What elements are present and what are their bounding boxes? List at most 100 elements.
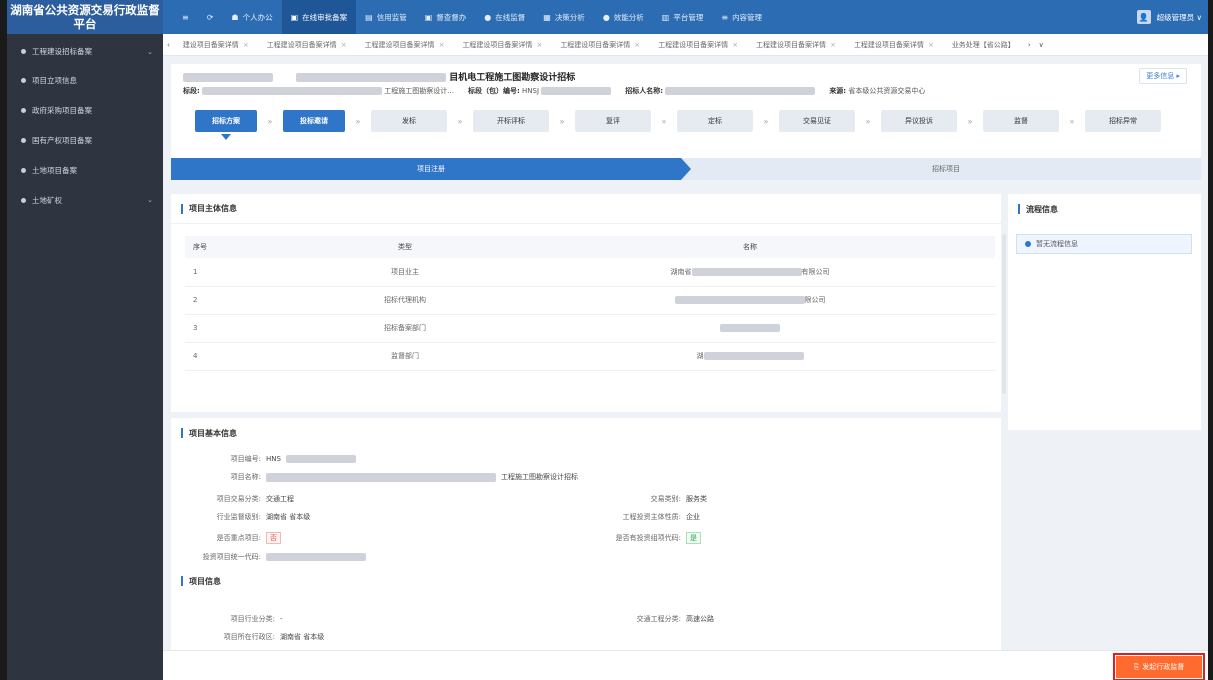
step-award[interactable]: 定标 bbox=[677, 110, 753, 132]
more-info-button[interactable]: 更多信息 ▸ bbox=[1139, 68, 1187, 84]
bullet-icon bbox=[21, 77, 26, 83]
redacted-block bbox=[266, 472, 496, 482]
home-icon: ☗ bbox=[231, 12, 239, 22]
sidebar-item-procurement[interactable]: 政府采购项目备案 bbox=[7, 95, 163, 125]
chevron-right-icon: » bbox=[763, 116, 769, 126]
field-label: 项目交易分类: bbox=[216, 495, 261, 503]
sidebar-item-label: 国有产权项目备案 bbox=[32, 135, 92, 145]
close-icon[interactable]: × bbox=[928, 41, 934, 49]
col-name: 名称 bbox=[505, 236, 995, 258]
sidebar-item-state-property[interactable]: 国有产权项目备案 bbox=[7, 125, 163, 155]
stage-bid-project[interactable]: 招标项目 bbox=[691, 158, 1201, 180]
name-suffix: 有限公司 bbox=[801, 267, 830, 276]
subject-table: 序号 类型 名称 1 项目业主 湖南省 有限公司 2 招标代理机构 限公司 3 … bbox=[185, 236, 995, 371]
field-trade-category: 项目交易分类: 交通工程 bbox=[171, 494, 294, 504]
close-icon[interactable]: × bbox=[536, 41, 542, 49]
nav-online-monitor[interactable]: ● 在线监督 bbox=[475, 0, 534, 34]
redacted-block bbox=[665, 87, 816, 95]
step-issue[interactable]: 发标 bbox=[371, 110, 447, 132]
sidebar-item-project-approval[interactable]: 项目立项信息 bbox=[7, 65, 163, 95]
close-icon[interactable]: × bbox=[634, 41, 640, 49]
nav-label: 平台管理 bbox=[673, 12, 704, 22]
redacted-block bbox=[296, 73, 447, 82]
chevron-down-icon: ⌄ bbox=[147, 196, 153, 204]
vertical-scrollbar[interactable] bbox=[1002, 234, 1006, 394]
nav-efficiency[interactable]: ● 效能分析 bbox=[594, 0, 653, 34]
top-nav: ≡ ⟳ ☗ 个人办公 ▣ 在线审批备案 ▤ 信用监管 ▣ 督查督办 ● 在线监督 ▦ 决策分… bbox=[163, 0, 771, 34]
tab-item[interactable]: 建设项目备案详情 × bbox=[174, 34, 258, 55]
nav-label: 决策分析 bbox=[554, 12, 585, 22]
tab-item[interactable]: 工程建设项目备案详情 × bbox=[551, 34, 649, 55]
flow-info-title: 流程信息 bbox=[1008, 194, 1201, 224]
sidebar-item-mining[interactable]: 土地矿权 ⌄ bbox=[7, 185, 163, 215]
step-abnormal[interactable]: 招标异常 bbox=[1085, 110, 1161, 132]
nav-online-approval[interactable]: ▣ 在线审批备案 bbox=[281, 0, 357, 34]
tab-next-button[interactable]: › bbox=[1024, 41, 1035, 49]
top-bar: 湖南省公共资源交易行政监督平台 ≡ ⟳ ☗ 个人办公 ▣ 在线审批备案 ▤ 信用监管 … bbox=[7, 0, 1208, 34]
sidebar-item-label: 土地项目备案 bbox=[32, 165, 77, 175]
flow-info-card: 流程信息 暂无流程信息 bbox=[1008, 194, 1201, 430]
step-review[interactable]: 复评 bbox=[575, 110, 651, 132]
step-invitation[interactable]: 投标邀请 bbox=[283, 110, 345, 132]
start-supervision-button[interactable]: ⎘ 发起行政监督 bbox=[1113, 653, 1205, 680]
tab-item[interactable]: 工程建设项目备案详情 × bbox=[649, 34, 747, 55]
sidebar-item-engineering[interactable]: 工程建设招标备案 ⌄ bbox=[7, 38, 163, 65]
field-label: 投资项目统一代码: bbox=[202, 553, 261, 561]
close-icon[interactable]: × bbox=[732, 41, 738, 49]
section-label: 标段: bbox=[183, 87, 200, 95]
refresh-button[interactable]: ⟳ bbox=[198, 0, 223, 34]
tab-item[interactable]: 工程建设项目备案详情 × bbox=[356, 34, 454, 55]
close-icon[interactable]: × bbox=[830, 41, 836, 49]
nav-platform[interactable]: ▥ 平台管理 bbox=[653, 0, 713, 34]
tab-item[interactable]: 工程建设项目备案详情 × bbox=[845, 34, 943, 55]
tab-more-button[interactable]: ∨ bbox=[1035, 41, 1048, 49]
nav-supervision-tasks[interactable]: ▣ 督查督办 bbox=[416, 0, 476, 34]
close-icon[interactable]: × bbox=[243, 41, 249, 49]
field-label: 是否重点项目: bbox=[216, 534, 261, 542]
name-prefix: 湖 bbox=[696, 352, 704, 360]
tab-label: 工程建设项目备案详情 bbox=[853, 40, 924, 49]
step-bid-plan[interactable]: 招标方案 bbox=[195, 110, 257, 132]
table-row: 1 项目业主 湖南省 有限公司 bbox=[185, 258, 995, 287]
sidebar-item-land[interactable]: 土地项目备案 bbox=[7, 155, 163, 185]
field-invest-nature: 工程投资主体性质: 企业 bbox=[571, 512, 700, 522]
efficiency-icon: ● bbox=[602, 12, 610, 22]
content-icon: ≡ bbox=[721, 12, 729, 22]
step-complaint[interactable]: 异议投诉 bbox=[881, 110, 957, 132]
close-icon[interactable]: × bbox=[341, 41, 347, 49]
tab-item-active[interactable]: 业务处理【省公路】 bbox=[943, 34, 1024, 55]
field-value: - bbox=[280, 615, 283, 623]
tab-prev-button[interactable]: ‹ bbox=[163, 41, 174, 49]
tab-label: 工程建设项目备案详情 bbox=[756, 40, 827, 49]
bullet-icon bbox=[21, 137, 26, 143]
cell-name bbox=[505, 314, 995, 343]
field-region: 项目所在行政区: 湖南省 省本级 bbox=[171, 632, 325, 642]
project-info-card: 项目信息 项目行业分类: - 交通工程分类: 高速公路 项目所在行政区: 湖南省 省本… bbox=[171, 566, 1001, 650]
nav-content[interactable]: ≡ 内容管理 bbox=[712, 0, 771, 34]
stage-project-register[interactable]: 项目注册 bbox=[171, 158, 691, 180]
step-supervise[interactable]: 监督 bbox=[983, 110, 1059, 132]
chart-icon: ▦ bbox=[543, 12, 551, 22]
redacted-block bbox=[691, 267, 802, 276]
tab-item[interactable]: 工程建设项目备案详情 × bbox=[453, 34, 551, 55]
user-menu[interactable]: 👤 超级管理员 ∨ bbox=[1136, 0, 1202, 34]
user-name: 超级管理员 ∨ bbox=[1156, 12, 1202, 22]
close-icon[interactable]: × bbox=[439, 41, 445, 49]
sidebar-item-label: 项目立项信息 bbox=[32, 75, 77, 85]
step-witness[interactable]: 交易见证 bbox=[779, 110, 855, 132]
tab-label: 工程建设项目备案详情 bbox=[658, 40, 729, 49]
step-opening[interactable]: 开标评标 bbox=[473, 110, 549, 132]
tab-label: 业务处理【省公路】 bbox=[951, 40, 1015, 49]
tab-item[interactable]: 工程建设项目备案详情 × bbox=[747, 34, 845, 55]
field-unified-code: 投资项目统一代码: bbox=[171, 552, 366, 562]
nav-personal-office[interactable]: ☗ 个人办公 bbox=[222, 0, 281, 34]
nav-credit[interactable]: ▤ 信用监管 bbox=[356, 0, 416, 34]
task-icon: ▣ bbox=[424, 12, 433, 22]
credit-icon: ▤ bbox=[365, 12, 373, 22]
nav-decision[interactable]: ▦ 决策分析 bbox=[534, 0, 594, 34]
menu-toggle-button[interactable]: ≡ bbox=[173, 0, 198, 34]
name-prefix: 湖南省 bbox=[670, 267, 692, 276]
chevron-right-icon: » bbox=[865, 116, 871, 126]
tab-item[interactable]: 工程建设项目备案详情 × bbox=[258, 34, 356, 55]
nav-label: 内容管理 bbox=[732, 12, 763, 22]
